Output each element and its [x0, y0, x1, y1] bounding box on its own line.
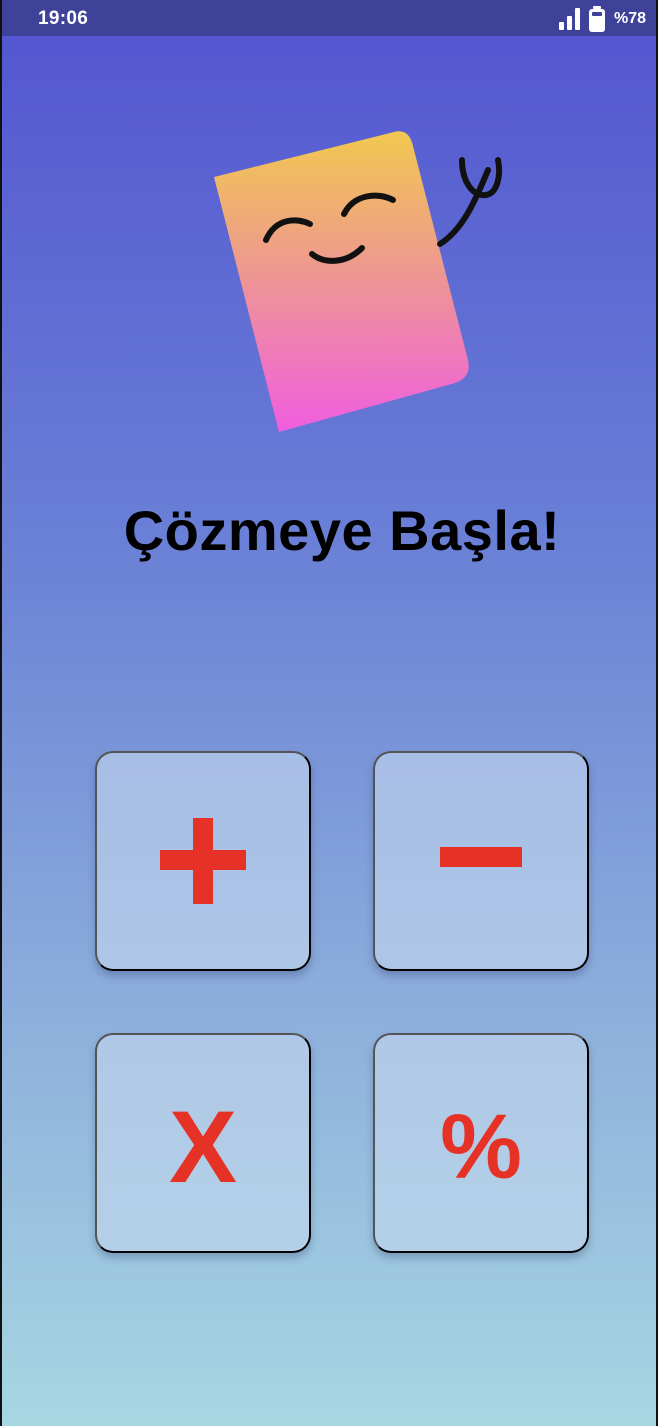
page-title: Çözmeye Başla! — [123, 499, 561, 562]
status-right-group: %78 — [558, 6, 646, 32]
multiply-icon: X — [168, 1090, 238, 1204]
percent-button[interactable]: % — [373, 1033, 589, 1253]
minus-icon — [440, 847, 522, 867]
plus-icon — [160, 818, 246, 904]
plus-button[interactable] — [95, 751, 311, 971]
multiply-button[interactable]: X — [95, 1033, 311, 1253]
minus-button[interactable] — [373, 751, 589, 971]
battery-percentage: %78 — [613, 10, 646, 27]
smiling-card-mascot-icon — [214, 131, 503, 433]
app-screen: 19:06 %78 Çözmeye Başla! X % — [0, 0, 658, 1426]
status-time: 19:06 — [38, 8, 89, 29]
signal-icon — [558, 8, 580, 30]
status-bar: 19:06 %78 — [2, 0, 656, 36]
battery-icon — [588, 6, 605, 32]
percent-icon: % — [440, 1096, 522, 1198]
